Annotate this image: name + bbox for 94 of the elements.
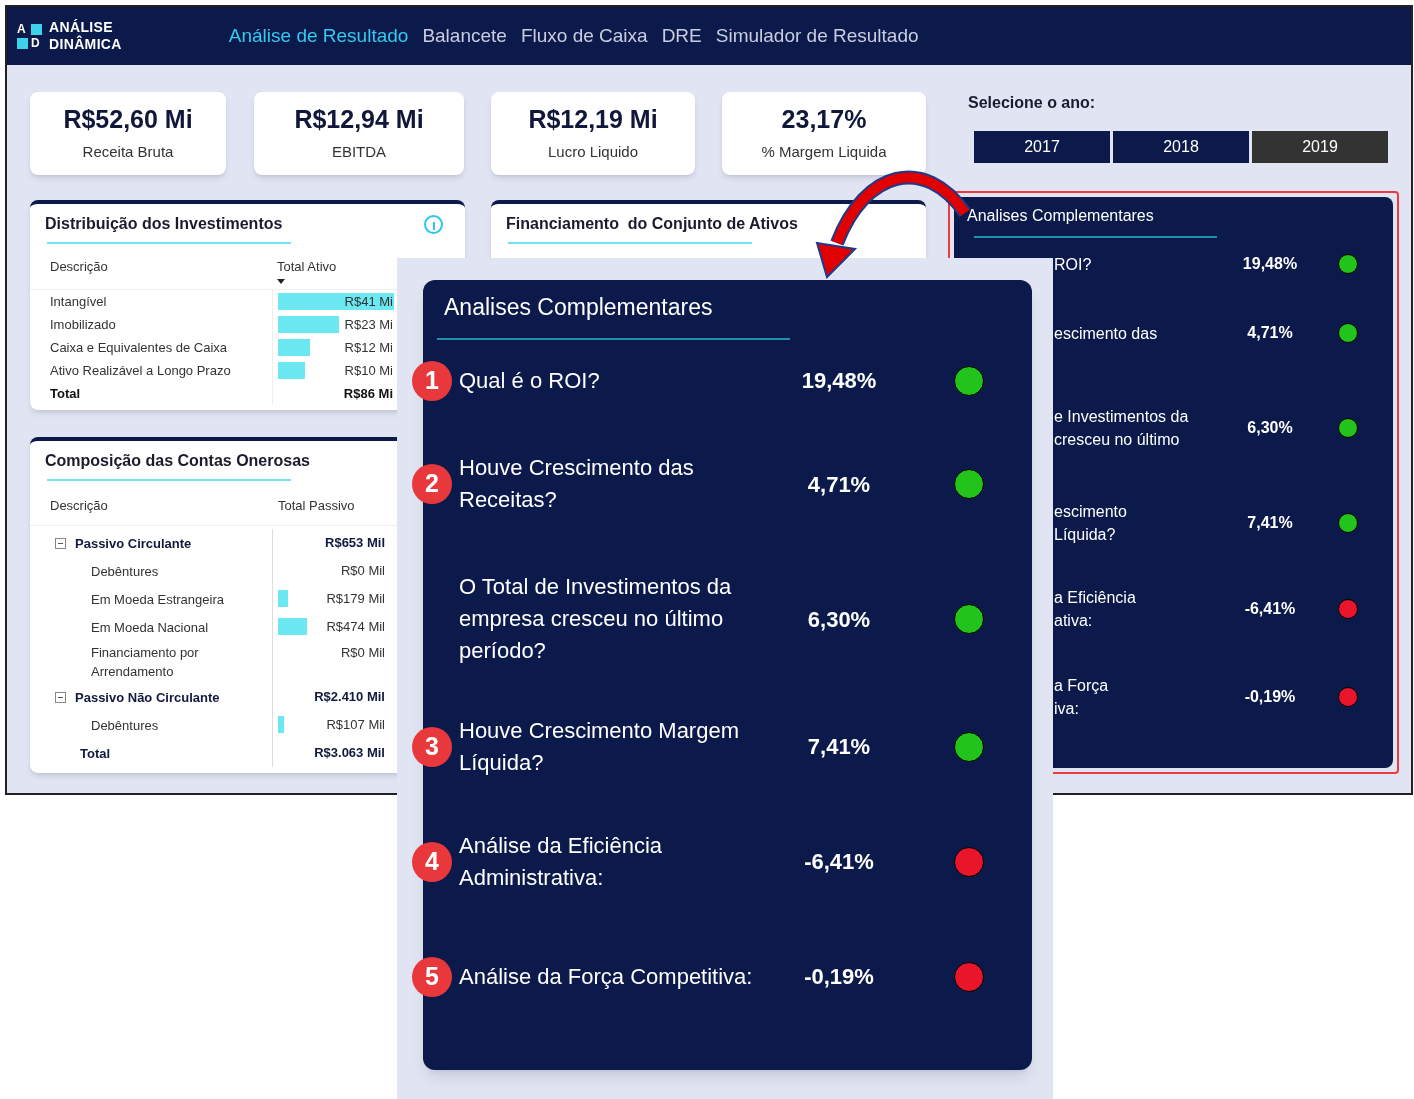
panel-title: Analises Complementares bbox=[967, 206, 1155, 226]
number-badge: 3 bbox=[412, 726, 452, 767]
year-button[interactable]: 2019 bbox=[1252, 131, 1388, 163]
question-text: Qual é o ROI? bbox=[459, 366, 601, 395]
collapse-icon[interactable] bbox=[55, 537, 66, 549]
table-cell-text: Total bbox=[50, 384, 82, 403]
table-cell-text: Passivo Não Circulante bbox=[75, 688, 221, 707]
table-cell-text: Imobilizado bbox=[50, 315, 117, 334]
number-badge: 2 bbox=[412, 464, 452, 504]
nav-tab[interactable]: Fluxo de Caixa bbox=[520, 21, 648, 51]
sort-caret-icon[interactable] bbox=[277, 278, 285, 284]
table-cell-text: R$0 Mil bbox=[340, 644, 386, 662]
question-text: cresceu no último bbox=[1054, 430, 1181, 450]
number-badge: 1 bbox=[412, 360, 452, 401]
table-cell-text: Em Moeda Estrangeira bbox=[91, 590, 225, 609]
card-title: Distribuição dos Investimentos bbox=[45, 214, 283, 234]
table-cell-text: Total bbox=[80, 744, 112, 763]
kpi-value: 23,17% bbox=[781, 103, 867, 135]
kpi-value: R$12,94 Mi bbox=[294, 103, 424, 135]
question-text: Houve Crescimento das Receitas? bbox=[459, 454, 695, 514]
number-badge: 4 bbox=[412, 841, 452, 882]
question-text: escimento das bbox=[1054, 323, 1159, 344]
question-text: a Força bbox=[1054, 676, 1110, 696]
nav-tab[interactable]: Simulador de Resultado bbox=[715, 21, 919, 51]
card-title: Financiamento do Conjunto de Ativos bbox=[506, 214, 798, 234]
table-cell-text: Financiamento por Arrendamento bbox=[91, 644, 200, 681]
table-cell-text: R$23 Mi bbox=[344, 315, 394, 334]
question-text: ativa: bbox=[1054, 611, 1094, 631]
kpi-label: Receita Bruta bbox=[82, 141, 174, 162]
logo-text: ANÁLISE bbox=[49, 19, 114, 35]
table-cell-text: R$0 Mil bbox=[340, 562, 386, 581]
kpi-label: Lucro Liquido bbox=[547, 141, 639, 162]
column-header[interactable]: Descrição bbox=[50, 254, 277, 289]
question-text: ROI? bbox=[1054, 254, 1093, 275]
table-cell-text: R$12 Mi bbox=[344, 338, 394, 357]
panel-title: Analises Complementares bbox=[444, 293, 714, 322]
table-cell-text: R$86 Mi bbox=[343, 384, 394, 403]
metric-value: 6,30% bbox=[1246, 418, 1294, 438]
year-button[interactable]: 2017 bbox=[974, 131, 1110, 163]
table-cell-text: R$474 Mil bbox=[326, 618, 386, 637]
kpi-label: % Margem Liquida bbox=[761, 141, 887, 162]
selector-label: Selecione o ano: bbox=[968, 93, 1097, 113]
question-text: Análise da Força Competitiva: bbox=[459, 962, 754, 991]
table-cell-text: R$653 Mil bbox=[325, 534, 386, 553]
question-text: e Investimentos da bbox=[1054, 407, 1190, 427]
logo-letter: A bbox=[17, 23, 27, 35]
metric-value: 4,71% bbox=[806, 470, 872, 499]
collapse-icon[interactable] bbox=[55, 691, 66, 703]
question-text: Análise da Eficiência Administrativa: bbox=[459, 831, 663, 892]
logo-square bbox=[17, 37, 28, 49]
nav-tab[interactable]: DRE bbox=[661, 21, 702, 51]
question-text: iva: bbox=[1054, 699, 1080, 719]
kpi-value: R$12,19 Mi bbox=[528, 103, 658, 135]
metric-value: 19,48% bbox=[800, 367, 878, 395]
metric-value: -0,19% bbox=[1243, 687, 1297, 707]
question-text: Líquida? bbox=[1054, 525, 1117, 545]
table-cell-text: Em Moeda Nacional bbox=[91, 618, 210, 637]
number-badge: 5 bbox=[412, 956, 452, 997]
metric-value: 19,48% bbox=[1241, 254, 1299, 274]
column-header[interactable]: Total Passivo bbox=[278, 493, 355, 525]
question-text: escimento bbox=[1054, 502, 1128, 522]
metric-value: 6,30% bbox=[806, 605, 872, 634]
column-header[interactable]: Descrição bbox=[50, 493, 278, 525]
table-cell-text: Debêntures bbox=[91, 716, 160, 735]
logo-square bbox=[31, 23, 42, 35]
metric-value: -6,41% bbox=[803, 848, 875, 876]
table-cell-text: R$179 Mil bbox=[326, 590, 386, 609]
table-cell-text: Passivo Circulante bbox=[75, 534, 193, 553]
nav-tab[interactable]: Análise de Resultado bbox=[228, 21, 409, 51]
question-text: a Eficiência bbox=[1054, 588, 1137, 608]
metric-value: -6,41% bbox=[1243, 599, 1297, 619]
table-cell-text: R$2.410 Mil bbox=[314, 688, 386, 707]
table-cell-text: Caixa e Equivalentes de Caixa bbox=[50, 338, 229, 357]
year-button[interactable]: 2018 bbox=[1113, 131, 1249, 163]
question-text: O Total de Investimentos da empresa cresceu no último período? bbox=[459, 573, 733, 665]
card-title: Composição das Contas Onerosas bbox=[45, 451, 310, 471]
table-cell-text: Ativo Realizável a Longo Prazo bbox=[50, 361, 232, 380]
kpi-label: EBITDA bbox=[331, 141, 387, 162]
table-cell-text: R$10 Mi bbox=[344, 361, 394, 380]
metric-value: 7,41% bbox=[1246, 513, 1294, 533]
metric-value: 4,71% bbox=[1246, 323, 1294, 343]
metric-value: -0,19% bbox=[803, 963, 875, 991]
table-cell-text: Debêntures bbox=[91, 562, 160, 581]
column-header[interactable]: Total Ativo bbox=[277, 254, 337, 277]
table-cell-text: Intangível bbox=[50, 292, 108, 311]
logo-text: DINÂMICA bbox=[49, 36, 122, 53]
table-cell-text: R$107 Mil bbox=[326, 716, 386, 735]
nav-tab[interactable]: Balancete bbox=[422, 21, 507, 51]
logo-letter: D bbox=[31, 37, 41, 49]
question-text: Houve Crescimento Margem Líquida? bbox=[459, 716, 740, 777]
table-cell-text: R$41 Mi bbox=[344, 292, 394, 311]
table-cell-text: R$3.063 Mil bbox=[314, 744, 386, 763]
metric-value: 7,41% bbox=[806, 733, 872, 761]
kpi-value: R$52,60 Mi bbox=[63, 103, 193, 135]
